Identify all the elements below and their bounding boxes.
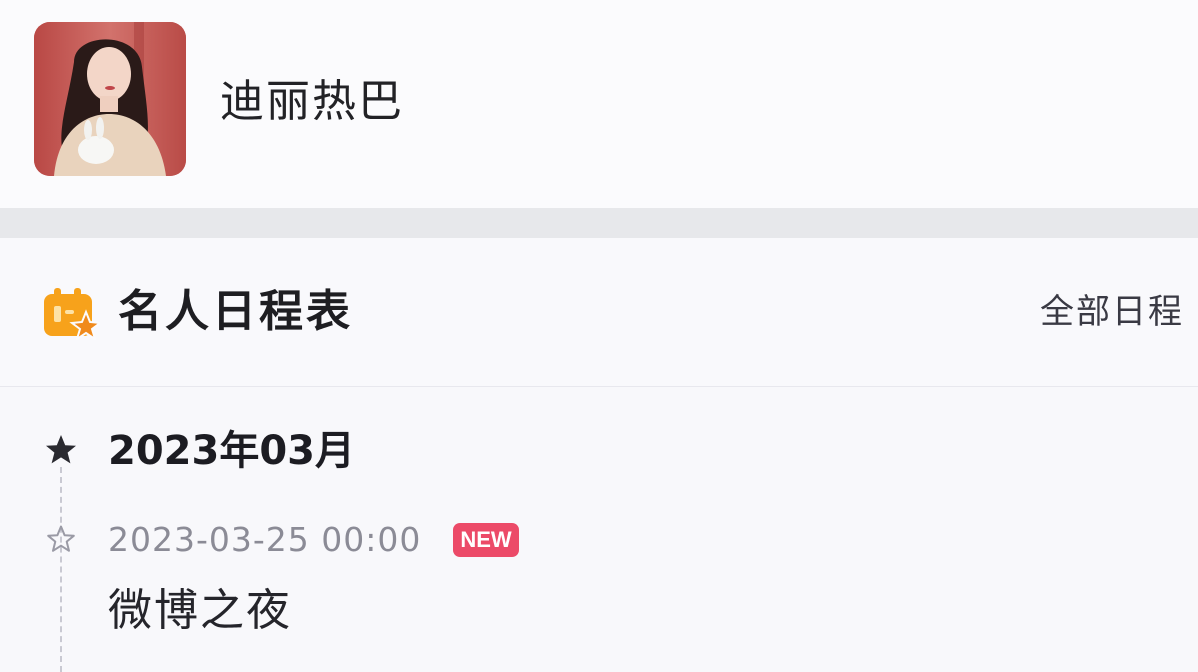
schedule-title: 名人日程表 <box>118 286 353 337</box>
month-label: 2023年03月 <box>108 428 355 474</box>
filled-star-icon <box>46 435 76 464</box>
person-avatar-image <box>34 22 186 176</box>
outline-star-icon <box>47 525 75 552</box>
schedule-header: 名人日程表 全部日程 <box>0 238 1198 387</box>
event-title[interactable]: 微博之夜 <box>108 581 292 641</box>
calendar-star-icon <box>44 288 100 340</box>
section-divider <box>0 208 1198 238</box>
new-badge: NEW <box>453 523 519 557</box>
profile-header: 迪丽热巴 <box>0 0 1198 208</box>
all-schedule-link[interactable]: 全部日程 <box>1040 288 1184 336</box>
event-datetime: 2023-03-25 00:00 <box>108 520 422 559</box>
avatar[interactable] <box>34 22 186 176</box>
timeline-dashed-line <box>60 467 62 672</box>
profile-name[interactable]: 迪丽热巴 <box>220 72 404 132</box>
schedule-timeline: 2023年03月 2023-03-25 00:00 NEW 微博之夜 <box>0 387 1198 672</box>
